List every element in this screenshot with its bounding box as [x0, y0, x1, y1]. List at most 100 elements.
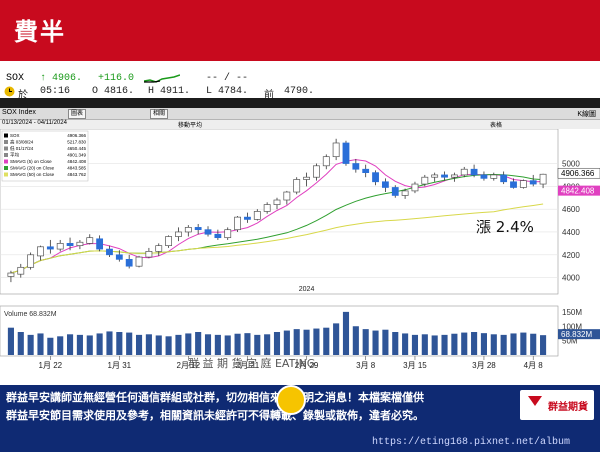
chart-menu-button[interactable]: 圖表 — [68, 109, 87, 119]
volume-bar — [264, 334, 271, 355]
y-tick-label: 4200 — [562, 251, 580, 260]
date-range[interactable]: 01/13/2024 - 04/11/2024 — [2, 120, 67, 126]
volume-bar — [530, 333, 537, 355]
volume-bar — [480, 333, 488, 355]
open-value: 4816. — [104, 86, 135, 97]
volume-bar — [47, 337, 54, 355]
y-tick-label: 4400 — [562, 228, 580, 237]
candle — [460, 168, 468, 176]
volume-bar — [421, 334, 428, 355]
candle — [184, 227, 192, 233]
prev-value: 4790. — [284, 86, 315, 97]
candle — [273, 199, 281, 205]
low-label: L — [206, 86, 213, 97]
legend-value: 4843.585 — [67, 166, 86, 171]
candle — [145, 251, 153, 258]
volume-bar — [392, 332, 399, 355]
volume-bar — [17, 332, 24, 355]
candle — [352, 163, 360, 170]
legend-name: SMAVG (20) on Close — [10, 166, 55, 171]
chart-toolbar: SOX Index 圖表 相關 K線圖 — [0, 108, 600, 120]
candle — [470, 168, 478, 176]
volume-bar — [510, 333, 517, 355]
chart-type-label[interactable]: K線圖 — [577, 109, 596, 119]
legend-value: 4842.408 — [67, 159, 86, 164]
sun-mascot-icon — [276, 385, 306, 415]
volume-bar — [441, 334, 448, 355]
volume-bar — [382, 329, 389, 355]
candle — [263, 204, 271, 212]
album-url[interactable]: https://eting168.pixnet.net/album — [372, 437, 570, 448]
volume-bar — [451, 333, 458, 355]
title-banner: 費半 — [0, 0, 600, 61]
price-change: +116.0 — [98, 73, 135, 84]
volume-bar — [372, 330, 379, 355]
volume-bar — [520, 332, 527, 355]
volume-bar — [471, 332, 478, 355]
candle — [381, 181, 389, 188]
page-title: 費半 — [14, 18, 66, 46]
candle — [441, 174, 448, 178]
ma-setting[interactable]: 移動平均 — [178, 120, 202, 129]
legend-value: 4901.349 — [67, 153, 86, 158]
open-label: O — [92, 86, 99, 97]
candle — [125, 258, 133, 267]
x-tick-label: 3月 8 — [356, 361, 376, 370]
related-menu-button[interactable]: 相關 — [150, 109, 169, 119]
volume-tick-label: 150M — [562, 308, 582, 317]
volume-bar — [254, 334, 261, 355]
legend-swatch — [4, 166, 8, 170]
candle — [411, 183, 419, 192]
low-value: 4784. — [218, 86, 249, 97]
candle — [194, 227, 202, 231]
candle — [115, 254, 123, 260]
candle — [224, 229, 232, 239]
y-tick-label: 4600 — [562, 205, 580, 214]
volume-bar — [86, 335, 93, 355]
high-value: 4911. — [160, 86, 191, 97]
candle — [322, 156, 330, 167]
volume-bar — [283, 330, 290, 355]
volume-bar — [195, 332, 202, 355]
candle — [175, 231, 182, 237]
volume-bar — [224, 335, 231, 355]
volume-bar — [145, 334, 152, 355]
brand-logo-text: 群益期貨 — [548, 400, 588, 413]
volume-bar — [342, 311, 350, 355]
legend-name: SMAVG (5) on Close — [10, 159, 52, 164]
ma-price-label: 4842.408 — [561, 187, 595, 196]
volume-value-label: 68.832M — [561, 330, 592, 339]
candle — [510, 181, 517, 188]
volume-bar — [303, 329, 310, 355]
symbol: SOX — [6, 73, 25, 84]
x-tick-label: 3月 15 — [403, 361, 427, 370]
candle — [362, 168, 370, 173]
volume-bar — [37, 333, 44, 355]
legend-swatch — [4, 159, 8, 164]
volume-bar — [411, 334, 419, 355]
index-name[interactable]: SOX Index — [2, 109, 36, 116]
volume-bar — [66, 334, 74, 355]
candle — [56, 243, 64, 250]
candle — [313, 165, 320, 178]
candle — [155, 245, 163, 252]
volume-bar — [540, 335, 547, 355]
volume-bar — [313, 328, 320, 355]
volume-bar — [106, 331, 113, 355]
legend-name: SOX — [10, 133, 20, 138]
volume-bar — [500, 334, 507, 355]
table-button[interactable]: 表格 — [490, 120, 502, 129]
candle — [165, 236, 173, 247]
candle — [519, 180, 527, 188]
candle — [17, 266, 25, 275]
legend-name: 高 03/08/24 — [10, 139, 34, 146]
volume-bar — [76, 334, 83, 355]
legend-swatch — [4, 153, 8, 157]
year-label: 2024 — [299, 286, 315, 293]
volume-bar — [175, 334, 182, 355]
change-annotation: 漲 2.4% — [476, 218, 534, 236]
candle — [421, 176, 429, 185]
volume-bar — [333, 323, 340, 355]
volume-bar — [293, 329, 300, 355]
candle — [244, 216, 251, 220]
